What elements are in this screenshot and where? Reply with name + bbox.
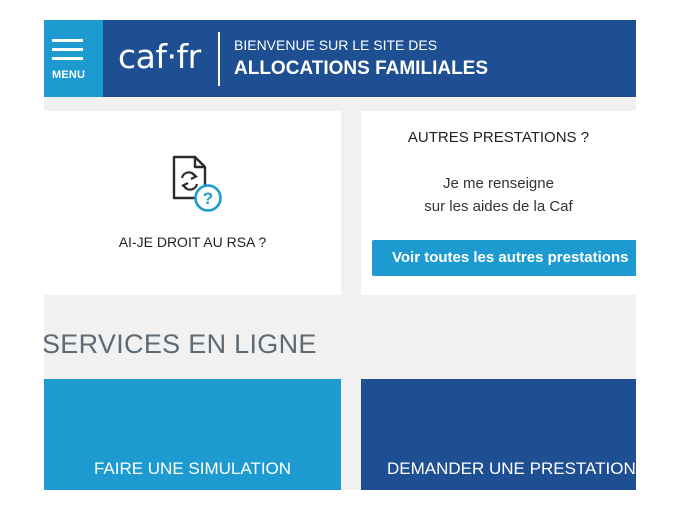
welcome-line-2: ALLOCATIONS FAMILIALES xyxy=(234,58,489,79)
other-benefits-text-line-2: sur les aides de la Caf xyxy=(424,198,573,215)
welcome-line-1: BIENVENUE SUR LE SITE DES xyxy=(234,37,438,53)
svg-text:?: ? xyxy=(203,189,213,208)
simulation-tile[interactable]: FAIRE UNE SIMULATION xyxy=(44,379,341,490)
rsa-card-title: AI-JE DROIT AU RSA ? xyxy=(118,234,267,250)
hamburger-icon xyxy=(52,39,83,63)
page: MENU caf·fr BIENVENUE SUR LE SITE DES AL… xyxy=(44,20,636,490)
logo-divider xyxy=(218,32,220,86)
request-benefit-tile[interactable]: DEMANDER UNE PRESTATION xyxy=(361,379,636,490)
other-benefits-text-line-1: Je me renseigne xyxy=(443,175,554,192)
other-benefits-title: AUTRES PRESTATIONS ? xyxy=(407,129,590,146)
document-question-icon: ? xyxy=(172,155,222,212)
online-services-heading: SERVICES EN LIGNE xyxy=(44,329,317,359)
simulation-tile-label: FAIRE UNE SIMULATION xyxy=(93,459,292,478)
menu-label: MENU xyxy=(52,69,86,81)
site-header: MENU caf·fr BIENVENUE SUR LE SITE DES AL… xyxy=(44,20,636,97)
request-benefit-tile-label: DEMANDER UNE PRESTATION xyxy=(387,459,636,478)
caf-logo[interactable]: caf·fr xyxy=(118,40,201,73)
see-all-benefits-button[interactable]: Voir toutes les autres prestations xyxy=(372,240,636,276)
menu-button[interactable]: MENU xyxy=(44,20,103,97)
rsa-card[interactable]: ? xyxy=(44,111,341,295)
